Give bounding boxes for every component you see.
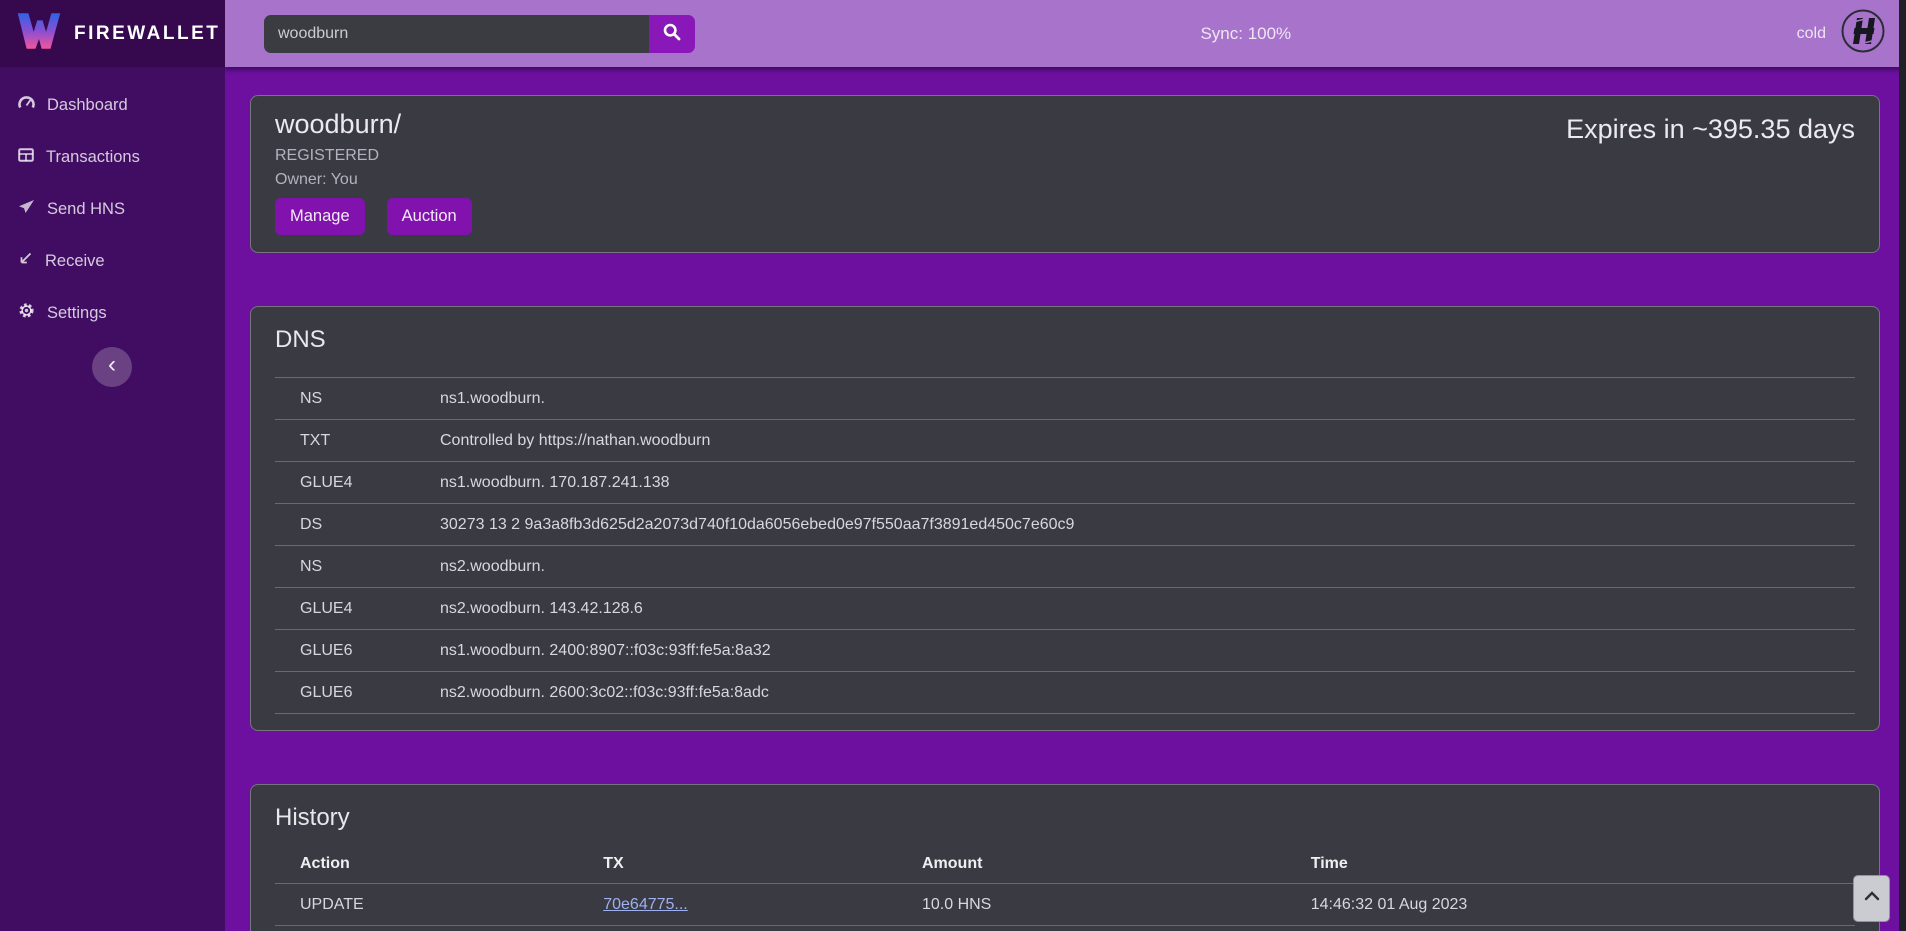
dns-record-row: GLUE6 ns2.woodburn. 2600:3c02::f03c:93ff…	[275, 672, 1855, 714]
history-amount: 10.0 HNS	[922, 896, 1311, 914]
firewallet-w-logo-icon	[16, 11, 62, 56]
dns-record-value: ns1.woodburn.	[440, 390, 1855, 408]
dns-card: DNS NS ns1.woodburn. TXT Controlled by h…	[250, 306, 1880, 731]
arrow-down-left-icon	[18, 251, 33, 271]
history-time: 14:46:32 01 Aug 2023	[1311, 896, 1855, 914]
topbar: Sync: 100% cold	[225, 0, 1906, 67]
history-col-amount: Amount	[922, 855, 1311, 873]
sidebar-item-label: Dashboard	[47, 96, 128, 115]
domain-name-title: woodburn/	[275, 109, 472, 140]
dns-record-value: 30273 13 2 9a3a8fb3d625d2a2073d740f10da6…	[440, 516, 1855, 534]
dns-record-type: NS	[300, 390, 440, 408]
manage-button[interactable]: Manage	[275, 198, 365, 235]
auction-button[interactable]: Auction	[387, 198, 472, 235]
domain-card: woodburn/ REGISTERED Owner: You Manage A…	[250, 95, 1880, 253]
sidebar-item-receive[interactable]: Receive	[0, 235, 225, 287]
sidebar-item-transactions[interactable]: Transactions	[0, 131, 225, 183]
dns-record-type: GLUE6	[300, 642, 440, 660]
dns-record-row: GLUE4 ns2.woodburn. 143.42.128.6	[275, 588, 1855, 630]
history-card: History Action TX Amount Time UPDATE 70e…	[250, 784, 1880, 931]
domain-owner-label: Owner: You	[275, 171, 472, 189]
history-row: RENEW d7b2e9... 10.0 HNS 15:45:36 07 Jul…	[275, 925, 1855, 931]
sidebar-collapse-button[interactable]: ‹	[92, 347, 132, 387]
domain-buttons: Manage Auction	[275, 198, 472, 235]
app-window: FIREWALLET Dashboard	[0, 0, 1906, 931]
sidebar-item-label: Transactions	[46, 148, 140, 167]
domain-status-label: REGISTERED	[275, 147, 472, 165]
wallet-name-label: cold	[1797, 25, 1826, 43]
history-row: UPDATE 70e64775... 10.0 HNS 14:46:32 01 …	[275, 883, 1855, 925]
history-col-action: Action	[300, 855, 603, 873]
gauge-icon	[18, 94, 35, 116]
history-col-tx: TX	[603, 855, 922, 873]
topbar-right: cold	[1797, 8, 1886, 59]
main-area: Sync: 100% cold	[225, 0, 1906, 931]
dns-record-value: Controlled by https://nathan.woodburn	[440, 432, 1855, 450]
dns-record-value: ns2.woodburn. 2600:3c02::f03c:93ff:fe5a:…	[440, 684, 1855, 702]
search-button[interactable]	[649, 15, 695, 53]
scroll-to-top-button[interactable]	[1853, 875, 1890, 922]
brand-title: FIREWALLET	[74, 23, 220, 45]
history-table-header: Action TX Amount Time	[275, 845, 1855, 883]
dns-record-value: ns2.woodburn.	[440, 558, 1855, 576]
sync-status: Sync: 100%	[695, 24, 1797, 44]
history-action: UPDATE	[300, 896, 603, 914]
dns-record-type: DS	[300, 516, 440, 534]
history-col-time: Time	[1311, 855, 1855, 873]
sidebar-item-label: Settings	[47, 304, 107, 323]
search-icon	[662, 22, 682, 45]
dns-record-value: ns1.woodburn. 2400:8907::f03c:93ff:fe5a:…	[440, 642, 1855, 660]
dns-record-row: GLUE4 ns1.woodburn. 170.187.241.138	[275, 462, 1855, 504]
dns-records-table: NS ns1.woodburn. TXT Controlled by https…	[275, 377, 1855, 714]
handshake-logo-icon	[1840, 8, 1886, 59]
history-section-title: History	[275, 804, 1855, 832]
scrollbar-track[interactable]	[1899, 0, 1906, 931]
chevron-up-icon	[1861, 888, 1883, 909]
dns-record-value: ns1.woodburn. 170.187.241.138	[440, 474, 1855, 492]
dns-record-type: TXT	[300, 432, 440, 450]
dns-record-type: NS	[300, 558, 440, 576]
search-input[interactable]	[264, 15, 649, 53]
dns-record-type: GLUE4	[300, 474, 440, 492]
search-group	[264, 15, 695, 53]
history-table: Action TX Amount Time UPDATE 70e64775...…	[275, 845, 1855, 931]
domain-expires-label: Expires in ~395.35 days	[1566, 114, 1855, 145]
paper-plane-icon	[18, 199, 35, 219]
table-icon	[18, 147, 34, 168]
dns-record-row: TXT Controlled by https://nathan.woodbur…	[275, 420, 1855, 462]
dns-record-row: GLUE6 ns1.woodburn. 2400:8907::f03c:93ff…	[275, 630, 1855, 672]
sidebar-nav: Dashboard Transactions S	[0, 67, 225, 339]
sidebar-item-dashboard[interactable]: Dashboard	[0, 79, 225, 131]
dns-record-type: GLUE4	[300, 600, 440, 618]
dns-record-row: DS 30273 13 2 9a3a8fb3d625d2a2073d740f10…	[275, 504, 1855, 546]
dns-record-row: NS ns1.woodburn.	[275, 378, 1855, 420]
sidebar: FIREWALLET Dashboard	[0, 0, 225, 931]
chevron-left-icon: ‹	[108, 353, 116, 377]
dns-record-row: NS ns2.woodburn.	[275, 546, 1855, 588]
tx-link[interactable]: 70e64775...	[603, 896, 688, 913]
page-content: woodburn/ REGISTERED Owner: You Manage A…	[225, 67, 1906, 931]
sidebar-item-send-hns[interactable]: Send HNS	[0, 183, 225, 235]
sidebar-item-label: Receive	[45, 252, 105, 271]
sidebar-header: FIREWALLET	[0, 0, 225, 67]
sidebar-item-settings[interactable]: Settings	[0, 287, 225, 339]
dns-section-title: DNS	[275, 326, 1855, 354]
dns-record-type: GLUE6	[300, 684, 440, 702]
dns-record-value: ns2.woodburn. 143.42.128.6	[440, 600, 1855, 618]
sidebar-item-label: Send HNS	[47, 200, 125, 219]
gear-icon	[18, 302, 35, 324]
domain-card-left: woodburn/ REGISTERED Owner: You Manage A…	[275, 109, 472, 235]
